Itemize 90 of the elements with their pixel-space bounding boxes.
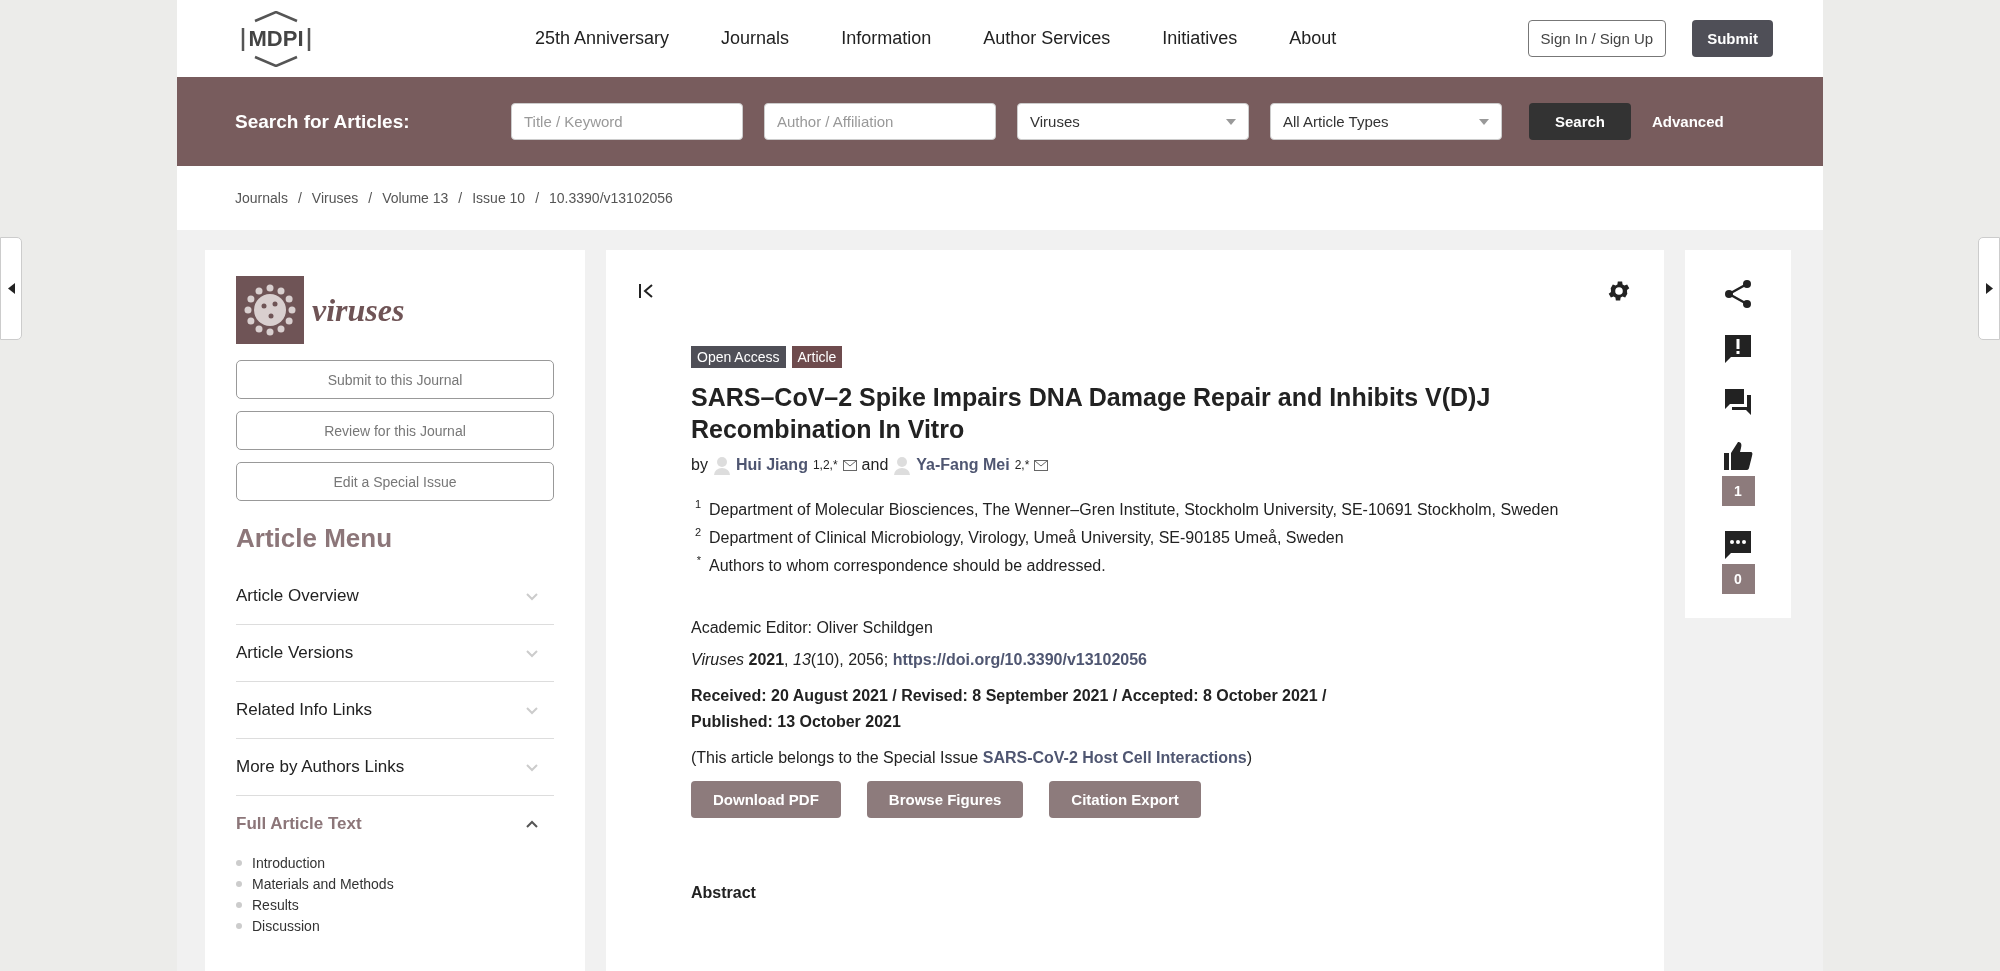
breadcrumb-separator: / [297, 190, 302, 206]
article-button[interactable]: Citation Export [1049, 781, 1201, 818]
menu-heading: Article Menu [236, 523, 394, 554]
nav-link[interactable]: About [1289, 28, 1337, 49]
special-issue-note: (This article belongs to the Special Issue SARS-CoV-2 Host Cell Interactions) [691, 749, 1254, 767]
search-button[interactable]: Search [1529, 103, 1631, 140]
affiliation-marks: 1,2,* [812, 458, 838, 472]
access-badge: Open Access [691, 346, 786, 368]
breadcrumb-link[interactable]: Issue 10 [472, 190, 526, 206]
envelope-icon[interactable] [842, 459, 857, 471]
report-icon[interactable] [1722, 332, 1754, 364]
breadcrumb-separator: / [458, 190, 463, 206]
comment-icon[interactable] [1722, 528, 1754, 560]
caret-icon [525, 705, 539, 715]
menu-item[interactable]: Article Versions [236, 625, 554, 682]
search-field[interactable]: Author / Affiliation [764, 103, 996, 140]
academic-editor: Academic Editor: Oliver Schildgen [691, 619, 934, 637]
special-issue-link[interactable]: SARS-CoV-2 Host Cell Interactions [982, 749, 1247, 766]
menu-item[interactable]: More by Authors Links [236, 739, 554, 796]
person-icon [893, 455, 912, 475]
menu-item[interactable]: Related Info Links [236, 682, 554, 739]
journal-button[interactable]: Edit a Special Issue [236, 462, 554, 501]
breadcrumb-link[interactable]: 10.3390/v13102056 [549, 190, 673, 206]
advanced-search-link[interactable]: Advanced [1652, 113, 1724, 130]
logo-text: MDPI [248, 25, 304, 52]
dropdown-arrow-icon [1226, 118, 1236, 125]
journal-name[interactable]: viruses [312, 291, 405, 329]
menu-item[interactable]: Full Article Text [236, 796, 554, 852]
breadcrumb-separator: / [368, 190, 373, 206]
nav-link[interactable]: Initiatives [1162, 28, 1238, 49]
bullet-icon [236, 880, 242, 887]
count-badge: 0 [1721, 564, 1755, 594]
breadcrumb-link[interactable]: Viruses [311, 190, 359, 206]
caret-icon [525, 819, 539, 829]
envelope-icon[interactable] [1034, 459, 1049, 471]
submit-button[interactable]: Submit [1692, 20, 1773, 57]
mdpi-logo[interactable]: MDPI [235, 10, 317, 67]
sign-in-button[interactable]: Sign In / Sign Up [1527, 20, 1667, 57]
caret-icon [525, 762, 539, 772]
journal-button[interactable]: Submit to this Journal [236, 360, 554, 399]
search-label: Search for Articles: [235, 110, 411, 133]
left-arrow-icon [7, 283, 15, 294]
caret-icon [525, 648, 539, 658]
affiliation-mark: * [695, 553, 701, 568]
nav-link[interactable]: 25th Anniversary [535, 28, 670, 49]
person-icon [712, 455, 731, 475]
citation: Viruses 2021, 13(10), 2056; https://doi.org/10.3390/v13102056 [691, 651, 1148, 669]
share-icon[interactable] [1722, 278, 1754, 310]
dropdown[interactable]: All Article Types [1270, 103, 1502, 140]
article-button[interactable]: Browse Figures [866, 781, 1024, 818]
breadcrumb-link[interactable]: Journals [235, 190, 288, 206]
affiliation-text: Department of Clinical Microbiology, Virology, Umeå University, SE-90185 Umeå, Sweden [709, 528, 1344, 548]
count-badge: 1 [1721, 476, 1755, 506]
nav-link[interactable]: Author Services [983, 28, 1111, 49]
article-title: SARS–CoV–2 Spike Impairs DNA Damage Repair and Inhibits V(D)J Recombination In Vitro [691, 382, 1492, 445]
by-label: by [691, 456, 708, 474]
affiliation-marks: 2,* [1014, 458, 1030, 472]
article-button[interactable]: Download PDF [691, 781, 841, 818]
nav-link[interactable]: Journals [721, 28, 790, 49]
affiliation-mark: 2 [693, 525, 701, 540]
breadcrumb-link[interactable]: Volume 13 [382, 190, 449, 206]
right-arrow-icon [1985, 283, 1993, 294]
bullet-icon [236, 859, 242, 866]
affiliation-text: Authors to whom correspondence should be addressed. [709, 556, 1106, 576]
abstract-heading: Abstract [691, 884, 757, 902]
menu-item[interactable]: Article Overview [236, 568, 554, 625]
section-link[interactable]: Materials and Methods [252, 875, 394, 892]
dropdown[interactable]: Viruses [1017, 103, 1249, 140]
search-field[interactable]: Title / Keyword [511, 103, 743, 140]
author-name[interactable]: Ya-Fang Mei [916, 456, 1010, 474]
nav-link[interactable]: Information [841, 28, 932, 49]
breadcrumb-separator: / [535, 190, 540, 206]
author-name[interactable]: Hui Jiang [735, 456, 808, 474]
publication-dates: Received: 20 August 2021 / Revised: 8 September 2021 / Accepted: 8 October 2021 / Published: 13 October 2021 [691, 686, 1328, 732]
affiliation-text: Department of Molecular Biosciences, The Wenner–Gren Institute, Stockholm University, SE-10691 Stockholm, Sweden [709, 500, 1559, 520]
thumbs-up-icon[interactable] [1722, 440, 1754, 472]
doi-link[interactable]: https://doi.org/10.3390/v13102056 [892, 651, 1147, 668]
caret-icon [525, 591, 539, 601]
collapse-sidebar-icon[interactable] [638, 283, 654, 299]
journal-button[interactable]: Review for this Journal [236, 411, 554, 450]
section-link[interactable]: Introduction [252, 854, 326, 871]
journal-logo-icon [236, 276, 304, 344]
affiliation-mark: 1 [693, 497, 701, 512]
bullet-icon [236, 901, 242, 908]
section-link[interactable]: Discussion [252, 917, 320, 934]
dropdown-arrow-icon [1479, 118, 1489, 125]
bullet-icon [236, 922, 242, 929]
and-label: and [861, 456, 889, 474]
type-badge: Article [791, 346, 843, 368]
section-link[interactable]: Results [252, 896, 299, 913]
